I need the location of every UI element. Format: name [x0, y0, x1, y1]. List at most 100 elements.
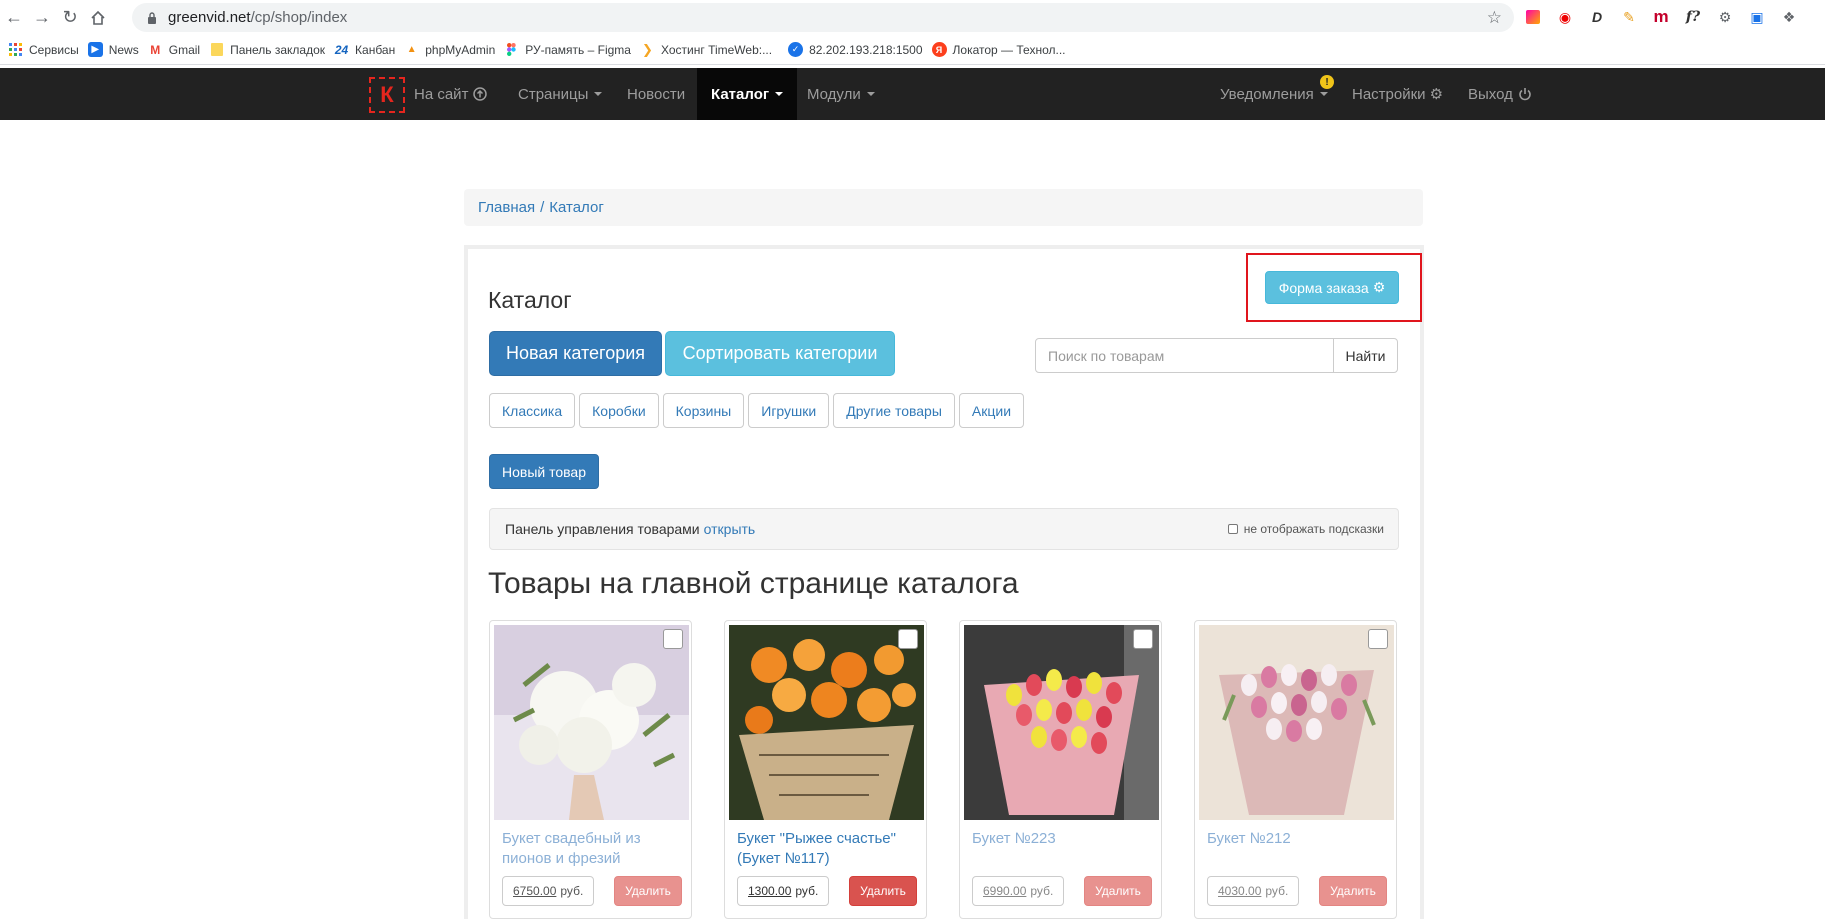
puzzle-extensions-icon[interactable]: ❖ [1778, 6, 1800, 28]
bookmark-locator[interactable]: Я Локатор — Технол... [931, 42, 1066, 57]
management-label: Панель управления товарами [505, 521, 700, 537]
hide-hints-label: не отображать подсказки [1243, 522, 1384, 536]
bookmark-gmail[interactable]: M Gmail [148, 42, 200, 57]
kanban-24-icon: 24 [334, 42, 349, 57]
nav-logout[interactable]: Выход [1468, 68, 1532, 120]
bookmark-label: News [108, 42, 139, 57]
blue-extension-icon[interactable]: ▣ [1746, 6, 1768, 28]
nav-site-label: На сайт [414, 85, 469, 103]
category-classic[interactable]: Классика [489, 393, 576, 428]
delete-product-button[interactable]: Удалить [1084, 876, 1152, 906]
nav-pages-dropdown[interactable]: Страницы [518, 68, 603, 120]
nav-notifications-dropdown[interactable]: Уведомления [1220, 68, 1328, 120]
category-baskets[interactable]: Корзины [662, 393, 745, 428]
hide-hints-toggle[interactable]: не отображать подсказки [1227, 522, 1384, 536]
bookmark-label: Локатор — Технол... [952, 42, 1066, 57]
search-button[interactable]: Найти [1333, 338, 1398, 373]
gmail-icon: M [150, 42, 161, 57]
category-list: Классика Коробки Корзины Игрушки Другие … [489, 393, 1025, 428]
gear-icon: ⚙ [1429, 86, 1444, 103]
nav-pages-label: Страницы [518, 85, 589, 103]
delete-product-button[interactable]: Удалить [849, 876, 917, 906]
m-extension-icon[interactable]: m [1650, 6, 1672, 28]
site-logo[interactable]: К [369, 77, 405, 113]
address-bar[interactable]: greenvid.net/cp/shop/index ☆ [132, 3, 1514, 32]
nav-site-link[interactable]: На сайт [414, 68, 488, 120]
breadcrumb-separator: / [540, 199, 545, 216]
back-icon[interactable]: ← [3, 7, 25, 29]
delete-product-button[interactable]: Удалить [614, 876, 682, 906]
nav-modules-label: Модули [807, 85, 861, 103]
product-select-checkbox[interactable] [1368, 629, 1388, 649]
bookmark-ip[interactable]: ✓ 82.202.193.218:1500 [788, 42, 923, 57]
price-currency: руб. [795, 884, 819, 898]
category-promo[interactable]: Акции [958, 393, 1025, 428]
price-currency: руб. [1030, 884, 1054, 898]
product-price[interactable]: 4030.00 руб. [1207, 876, 1299, 906]
order-form-label: Форма заказа [1278, 279, 1369, 296]
forward-icon[interactable]: → [31, 7, 53, 29]
category-other[interactable]: Другие товары [833, 393, 955, 428]
breadcrumb-home-link[interactable]: Главная [478, 199, 535, 216]
d-extension-icon[interactable]: D [1586, 6, 1608, 28]
reload-icon[interactable]: ↻ [59, 7, 81, 29]
bookmark-label: РУ-память – Figma [525, 42, 631, 57]
bookmark-label: Хостинг TimeWeb:... [660, 42, 773, 57]
product-price[interactable]: 6750.00 руб. [502, 876, 594, 906]
price-value: 1300.00 [748, 884, 792, 898]
order-form-button[interactable]: Форма заказа ⚙ [1265, 271, 1399, 304]
breadcrumb-current-link[interactable]: Каталог [549, 199, 604, 216]
site-navbar: К На сайт Страницы Новости Каталог Модул… [0, 68, 1825, 120]
product-name-link[interactable]: Букет №223 [972, 829, 1152, 849]
bookmark-kanban[interactable]: 24 Канбан [334, 42, 395, 57]
power-icon [1518, 87, 1532, 101]
nav-modules-dropdown[interactable]: Модули [807, 68, 875, 120]
nav-catalog-label: Каталог [711, 85, 770, 103]
pen-extension-icon[interactable]: ✎ [1618, 6, 1640, 28]
product-name-link[interactable]: Букет "Рыжее счастье" (Букет №117) [737, 829, 917, 869]
bookmark-star-icon[interactable]: ☆ [1487, 8, 1502, 28]
sort-categories-button[interactable]: Сортировать категории [665, 331, 895, 376]
product-image-orange-roses[interactable] [729, 625, 924, 820]
nav-notifications-label: Уведомления [1220, 85, 1314, 103]
f-extension-icon[interactable]: f? [1682, 6, 1704, 28]
product-name-link[interactable]: Букет №212 [1207, 829, 1387, 849]
product-select-checkbox[interactable] [898, 629, 918, 649]
price-value: 6750.00 [513, 884, 557, 898]
caret-down-icon [775, 92, 784, 96]
nav-news[interactable]: Новости [627, 68, 685, 120]
delete-product-button[interactable]: Удалить [1319, 876, 1387, 906]
bookmarks-bar: Сервисы ▶ News M Gmail Панель закладок 24 К… [0, 35, 1825, 65]
category-boxes[interactable]: Коробки [579, 393, 659, 428]
gear-extension-icon[interactable]: ⚙ [1714, 6, 1736, 28]
bookmark-panel[interactable]: Панель закладок [209, 42, 325, 57]
product-price[interactable]: 1300.00 руб. [737, 876, 829, 906]
product-card: Букет свадебный из пионов и фрезий 6750.… [489, 620, 692, 919]
bookmark-services[interactable]: Сервисы [8, 42, 79, 57]
opera-extension-icon[interactable]: ◉ [1554, 6, 1576, 28]
hide-hints-checkbox[interactable] [1227, 524, 1238, 534]
category-toys[interactable]: Игрушки [748, 393, 830, 428]
bookmark-label: Панель закладок [230, 42, 326, 57]
product-search-input[interactable] [1035, 338, 1334, 373]
bookmark-phpmyadmin[interactable]: ▲ phpMyAdmin [404, 42, 495, 57]
bookmark-figma[interactable]: РУ-память – Figma [504, 42, 631, 57]
new-category-button[interactable]: Новая категория [489, 331, 662, 376]
new-item-button[interactable]: Новый товар [489, 454, 599, 489]
bookmark-news[interactable]: ▶ News [87, 42, 139, 57]
nav-catalog-dropdown[interactable]: Каталог [697, 68, 798, 120]
section-title: Товары на главной странице каталога [488, 567, 1019, 600]
product-price[interactable]: 6990.00 руб. [972, 876, 1064, 906]
management-open-link[interactable]: открыть [704, 521, 756, 537]
product-select-checkbox[interactable] [663, 629, 683, 649]
bookmark-timeweb[interactable]: ❯ Хостинг TimeWeb:... [640, 42, 772, 57]
lock-icon [146, 11, 158, 25]
gradient-extension-icon[interactable] [1522, 6, 1544, 28]
nav-settings[interactable]: Настройки ⚙ [1352, 68, 1443, 120]
product-image-white-peonies[interactable] [494, 625, 689, 820]
product-select-checkbox[interactable] [1133, 629, 1153, 649]
product-image-tulips-pink[interactable] [1199, 625, 1394, 820]
home-icon[interactable] [87, 7, 109, 29]
product-image-tulips-mixed[interactable] [964, 625, 1159, 820]
product-name-link[interactable]: Букет свадебный из пионов и фрезий [502, 829, 682, 869]
